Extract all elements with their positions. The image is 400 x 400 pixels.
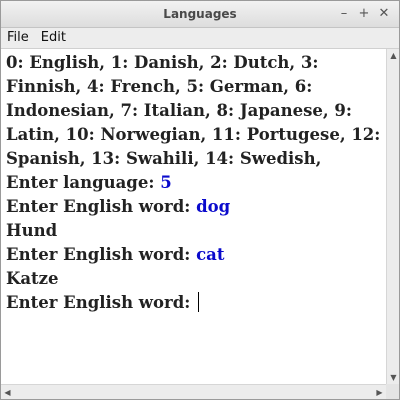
prompt-text: Enter English word: xyxy=(6,197,197,216)
app-window: Languages – + ✕ File Edit 0: English, 1:… xyxy=(0,0,400,400)
close-icon[interactable]: ✕ xyxy=(375,5,393,23)
translation-output: Katze xyxy=(6,269,59,288)
console-text: 0: English, 1: Danish, 2: Dutch, 3: Finn… xyxy=(1,49,386,315)
prompt-text: Enter English word: xyxy=(6,245,197,264)
menu-bar: File Edit xyxy=(1,28,399,49)
scroll-down-icon[interactable]: ▼ xyxy=(387,371,399,384)
horizontal-scrollbar[interactable]: ◀ ▶ xyxy=(1,384,386,399)
scroll-left-icon[interactable]: ◀ xyxy=(1,386,14,399)
scroll-up-icon[interactable]: ▲ xyxy=(387,49,399,62)
window-controls: – + ✕ xyxy=(333,1,393,27)
prompt-text: Enter language: xyxy=(6,173,161,192)
scroll-right-icon[interactable]: ▶ xyxy=(373,386,386,399)
user-input: dog xyxy=(196,197,231,216)
console-line: Enter English word: dog xyxy=(6,195,382,219)
user-input: 5 xyxy=(160,173,172,192)
text-cursor[interactable] xyxy=(198,292,200,312)
translation-output: Hund xyxy=(6,221,58,240)
prompt-text: Enter English word: xyxy=(6,293,197,312)
user-input: cat xyxy=(196,245,225,264)
vertical-scrollbar[interactable]: ▲ ▼ xyxy=(386,49,399,384)
console-line: Enter language: 5 xyxy=(6,171,382,195)
minimize-icon[interactable]: – xyxy=(335,5,353,23)
scrollbar-corner xyxy=(386,384,399,399)
console-area[interactable]: 0: English, 1: Danish, 2: Dutch, 3: Finn… xyxy=(1,49,386,384)
maximize-icon[interactable]: + xyxy=(355,5,373,23)
menu-edit[interactable]: Edit xyxy=(35,28,72,48)
console-line: Enter English word: xyxy=(6,291,382,315)
language-list: 0: English, 1: Danish, 2: Dutch, 3: Finn… xyxy=(6,53,381,168)
title-bar[interactable]: Languages – + ✕ xyxy=(1,1,399,28)
menu-file[interactable]: File xyxy=(1,28,35,48)
console-line: Enter English word: cat xyxy=(6,243,382,267)
